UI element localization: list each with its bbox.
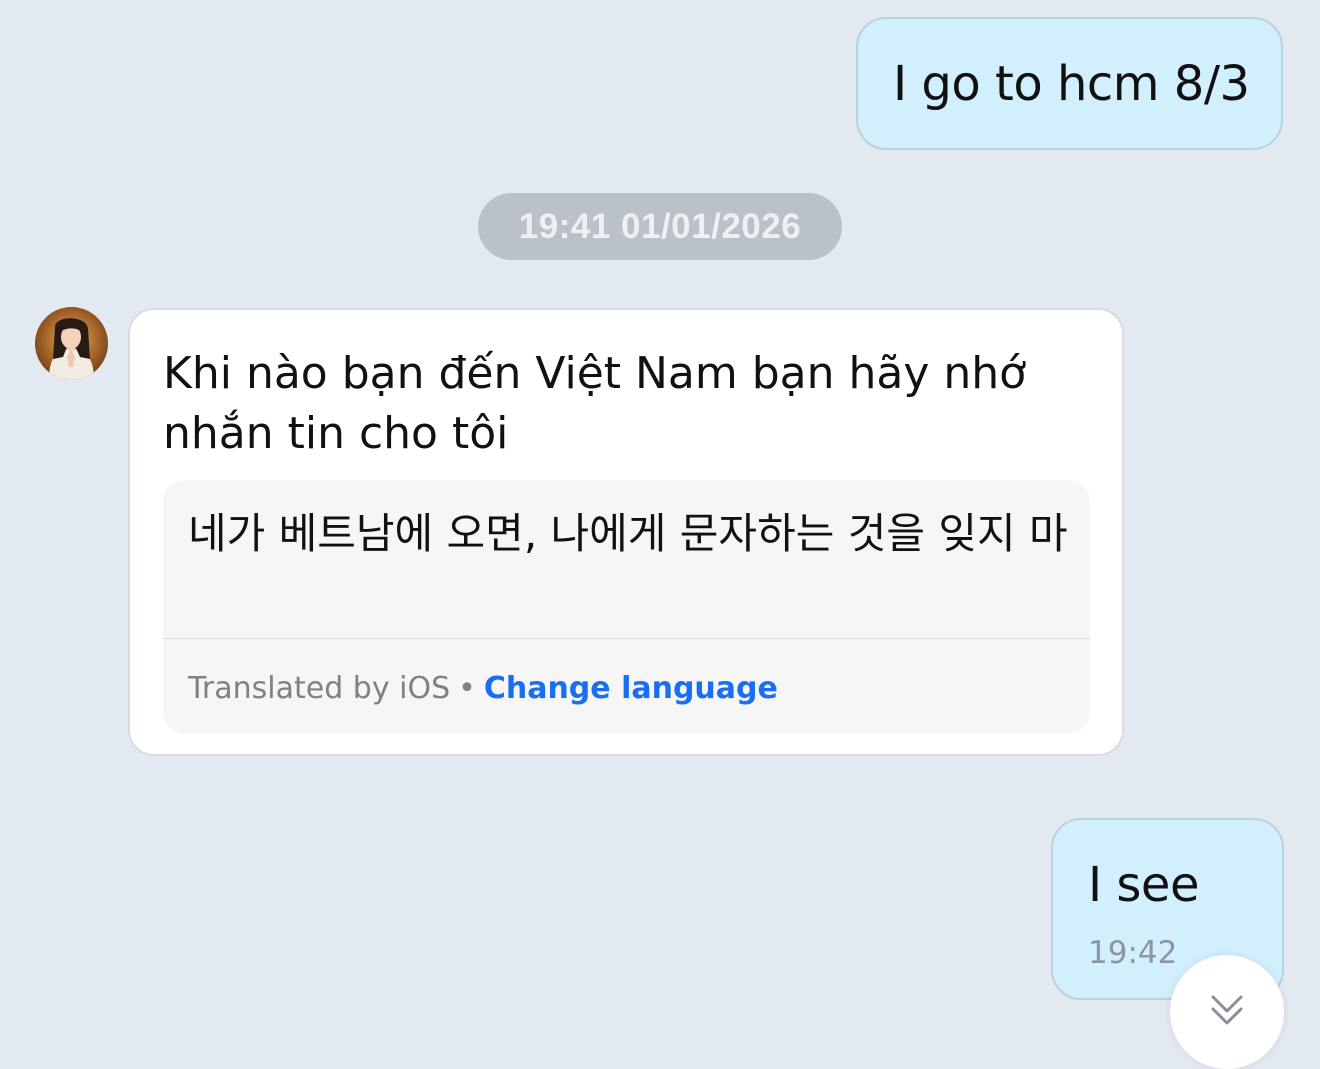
translation-divider bbox=[163, 638, 1090, 639]
original-message-text: Khi nào bạn đến Việt Nam bạn hãy nhớ nhắ… bbox=[163, 348, 1027, 459]
avatar-image bbox=[35, 307, 108, 380]
message-text: I see bbox=[1088, 857, 1199, 913]
change-language-link[interactable]: Change language bbox=[484, 671, 778, 706]
outgoing-message-bubble[interactable]: I go to hcm 8/3 bbox=[856, 17, 1283, 150]
scroll-to-bottom-button[interactable] bbox=[1170, 955, 1284, 1069]
chevron-down-icon bbox=[1211, 995, 1243, 1025]
message-time: 19:42 bbox=[1088, 935, 1178, 971]
contact-avatar[interactable] bbox=[35, 307, 108, 380]
incoming-message-bubble[interactable]: Khi nào bạn đến Việt Nam bạn hãy nhớ nhắ… bbox=[128, 308, 1124, 756]
separator-dot: • bbox=[458, 671, 476, 706]
translated-by-label: Translated by iOS bbox=[188, 671, 451, 706]
message-text: I go to hcm 8/3 bbox=[893, 56, 1250, 112]
timestamp-divider: 19:41 01/01/2026 bbox=[478, 193, 842, 260]
translation-panel: 네가 베트남에 오면, 나에게 문자하는 것을 잊지 마 Translated … bbox=[163, 480, 1090, 734]
translation-footer: Translated by iOS • Change language bbox=[188, 668, 778, 710]
translated-message-text: 네가 베트남에 오면, 나에게 문자하는 것을 잊지 마 bbox=[188, 509, 1068, 558]
